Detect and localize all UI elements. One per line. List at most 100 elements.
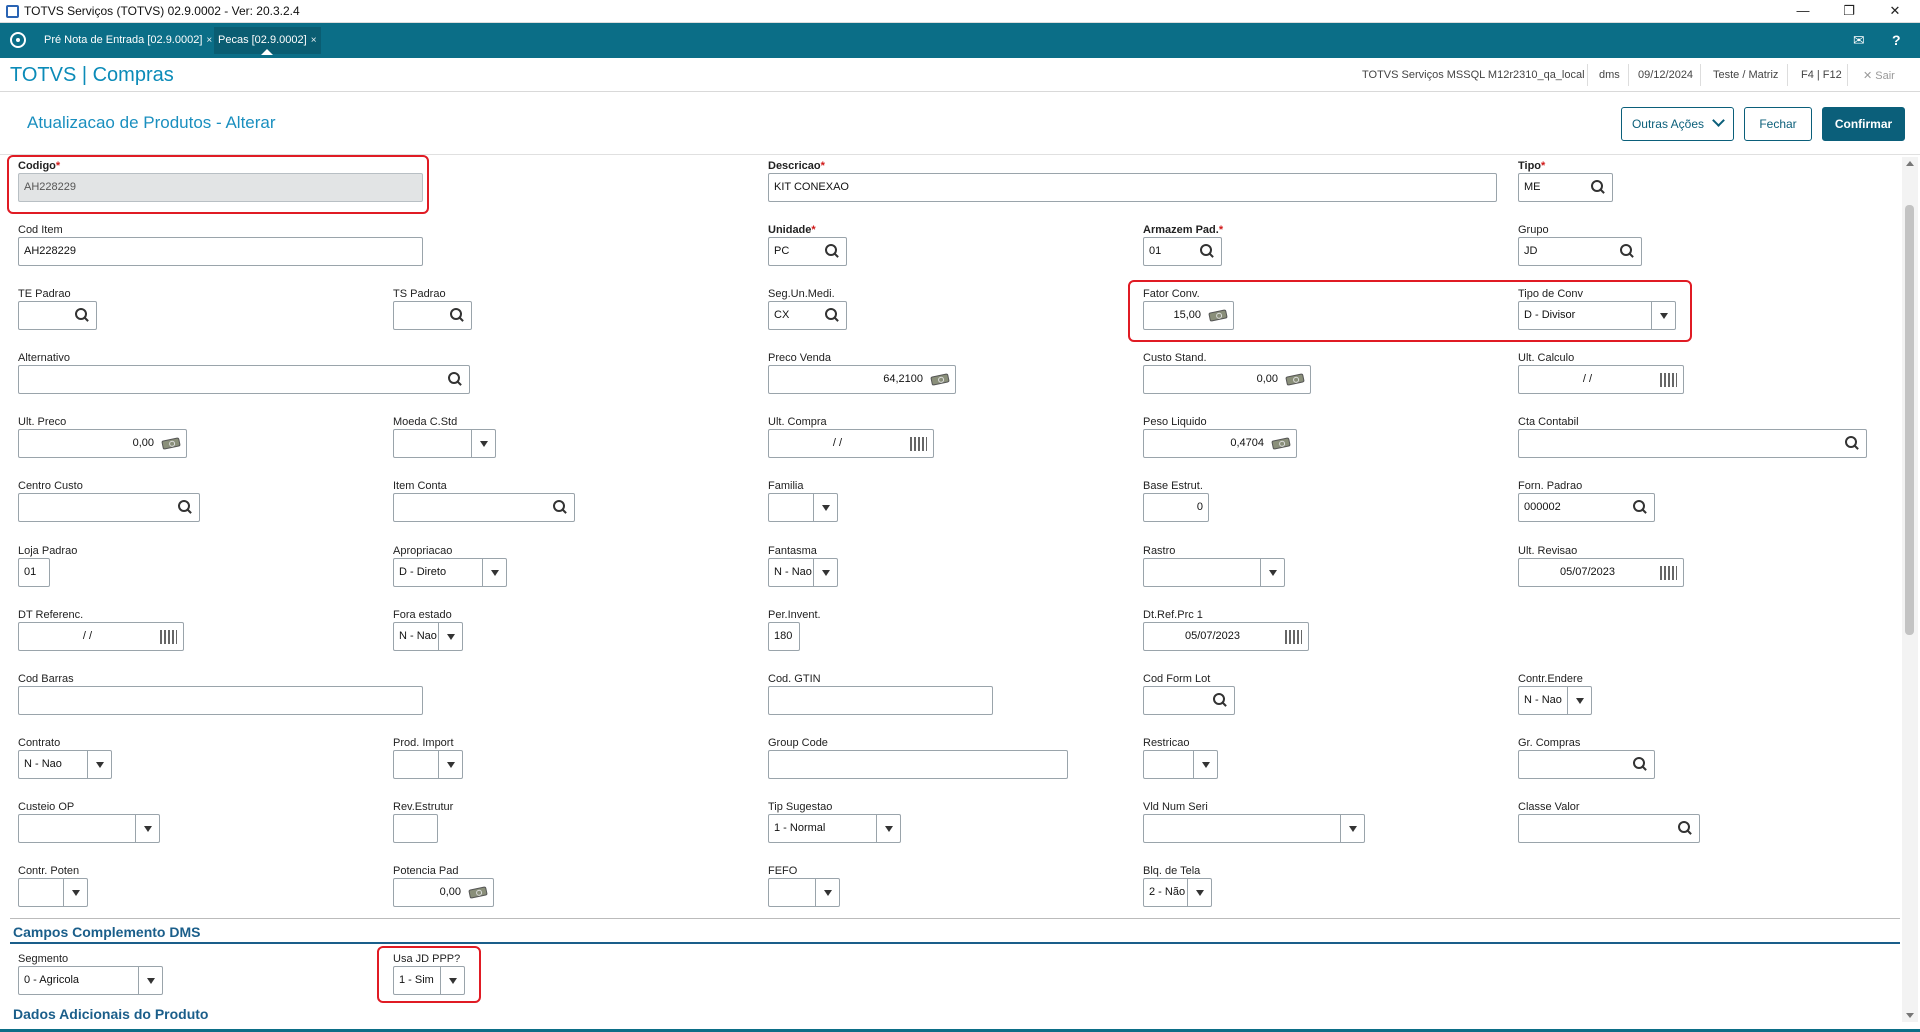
vld-num-seri-select[interactable]: [1143, 814, 1365, 843]
armazem-field[interactable]: 01: [1143, 237, 1222, 266]
maximize-button[interactable]: ❐: [1826, 0, 1872, 23]
chevron-down-icon[interactable]: [63, 879, 87, 906]
shortcuts-info[interactable]: F4 | F12: [1801, 69, 1842, 81]
search-icon[interactable]: [450, 308, 465, 323]
ult-revisao-field[interactable]: 05/07/2023: [1518, 558, 1684, 587]
alternativo-field[interactable]: [18, 365, 470, 394]
restricao-select[interactable]: [1143, 750, 1218, 779]
cod-form-lot-field[interactable]: [1143, 686, 1235, 715]
search-icon[interactable]: [448, 372, 463, 387]
calendar-icon[interactable]: [1660, 566, 1677, 580]
cta-contabil-field[interactable]: [1518, 429, 1867, 458]
descricao-field[interactable]: KIT CONEXAO: [768, 173, 1497, 202]
search-icon[interactable]: [825, 308, 840, 323]
chevron-down-icon[interactable]: [438, 623, 462, 650]
dt-ref-prc-field[interactable]: 05/07/2023: [1143, 622, 1309, 651]
blq-tela-select[interactable]: 2 - Não: [1143, 878, 1212, 907]
search-icon[interactable]: [1633, 757, 1648, 772]
seg-un-field[interactable]: CX: [768, 301, 847, 330]
close-button[interactable]: Fechar: [1744, 107, 1812, 141]
chevron-down-icon[interactable]: [135, 815, 159, 842]
loja-padrao-field[interactable]: 01: [18, 558, 50, 587]
cod-item-field[interactable]: AH228229: [18, 237, 423, 266]
base-estrut-field[interactable]: 0: [1143, 493, 1209, 522]
minimize-button[interactable]: —: [1780, 0, 1826, 23]
chevron-down-icon[interactable]: [438, 751, 462, 778]
calendar-icon[interactable]: [910, 437, 927, 451]
fora-estado-select[interactable]: N - Nao: [393, 622, 463, 651]
te-padrao-field[interactable]: [18, 301, 97, 330]
dt-referenc-field[interactable]: / /: [18, 622, 184, 651]
calendar-icon[interactable]: [1285, 630, 1302, 644]
segmento-select[interactable]: 0 - Agricola: [18, 966, 163, 995]
scroll-thumb[interactable]: [1905, 205, 1914, 635]
tab-pecas[interactable]: Pecas [02.9.0002] ×: [214, 27, 321, 55]
ult-calculo-field[interactable]: / /: [1518, 365, 1684, 394]
peso-liquido-field[interactable]: 0,4704: [1143, 429, 1297, 458]
chevron-down-icon[interactable]: [876, 815, 900, 842]
per-invent-field[interactable]: 180: [768, 622, 800, 651]
home-icon[interactable]: [10, 32, 26, 48]
search-icon[interactable]: [178, 500, 193, 515]
chevron-down-icon[interactable]: [1260, 559, 1284, 586]
rev-estrutur-field[interactable]: [393, 814, 438, 843]
custo-stand-field[interactable]: 0,00: [1143, 365, 1311, 394]
chevron-down-icon[interactable]: [813, 559, 837, 586]
cod-gtin-field[interactable]: [768, 686, 993, 715]
vertical-scrollbar[interactable]: [1902, 157, 1918, 1022]
search-icon[interactable]: [1591, 180, 1606, 195]
ult-preco-field[interactable]: 0,00: [18, 429, 187, 458]
chevron-down-icon[interactable]: [482, 559, 506, 586]
tab-pre-nota[interactable]: Pré Nota de Entrada [02.9.0002] ×: [40, 27, 216, 54]
search-icon[interactable]: [553, 500, 568, 515]
chevron-down-icon[interactable]: [1187, 879, 1211, 906]
ts-padrao-field[interactable]: [393, 301, 472, 330]
tip-sugestao-select[interactable]: 1 - Normal: [768, 814, 901, 843]
chevron-down-icon[interactable]: [1567, 687, 1591, 714]
potencia-pad-field[interactable]: 0,00: [393, 878, 494, 907]
familia-select[interactable]: [768, 493, 838, 522]
cod-barras-field[interactable]: [18, 686, 423, 715]
gr-compras-field[interactable]: [1518, 750, 1655, 779]
search-icon[interactable]: [1620, 244, 1635, 259]
ult-compra-field[interactable]: / /: [768, 429, 934, 458]
scroll-up-icon[interactable]: [1906, 161, 1914, 166]
company-info[interactable]: Teste / Matriz: [1713, 69, 1778, 81]
tipo-field[interactable]: ME: [1518, 173, 1613, 202]
chevron-down-icon[interactable]: [815, 879, 839, 906]
prod-import-select[interactable]: [393, 750, 463, 779]
chevron-down-icon[interactable]: [471, 430, 495, 457]
grupo-field[interactable]: JD: [1518, 237, 1642, 266]
search-icon[interactable]: [1200, 244, 1215, 259]
contr-poten-select[interactable]: [18, 878, 88, 907]
calendar-icon[interactable]: [160, 630, 177, 644]
window-close-button[interactable]: ✕: [1872, 0, 1918, 23]
group-code-field[interactable]: [768, 750, 1068, 779]
item-conta-field[interactable]: [393, 493, 575, 522]
tab-close-icon[interactable]: ×: [311, 35, 317, 46]
rastro-select[interactable]: [1143, 558, 1285, 587]
scroll-down-icon[interactable]: [1906, 1013, 1914, 1018]
tab-close-icon[interactable]: ×: [206, 35, 212, 46]
calendar-icon[interactable]: [1660, 373, 1677, 387]
chevron-down-icon[interactable]: [138, 967, 162, 994]
search-icon[interactable]: [1678, 821, 1693, 836]
chevron-down-icon[interactable]: [87, 751, 111, 778]
moeda-cstd-select[interactable]: [393, 429, 496, 458]
chevron-down-icon[interactable]: [813, 494, 837, 521]
fantasma-select[interactable]: N - Nao: [768, 558, 838, 587]
preco-venda-field[interactable]: 64,2100: [768, 365, 956, 394]
chevron-down-icon[interactable]: [1340, 815, 1364, 842]
centro-custo-field[interactable]: [18, 493, 200, 522]
apropriacao-select[interactable]: D - Direto: [393, 558, 507, 587]
mail-icon[interactable]: ✉: [1853, 32, 1865, 49]
fefo-select[interactable]: [768, 878, 840, 907]
contr-endere-select[interactable]: N - Nao: [1518, 686, 1592, 715]
search-icon[interactable]: [1213, 693, 1228, 708]
chevron-down-icon[interactable]: [1193, 751, 1217, 778]
custeio-op-select[interactable]: [18, 814, 160, 843]
contrato-select[interactable]: N - Nao: [18, 750, 112, 779]
search-icon[interactable]: [1845, 436, 1860, 451]
unidade-field[interactable]: PC: [768, 237, 847, 266]
search-icon[interactable]: [825, 244, 840, 259]
